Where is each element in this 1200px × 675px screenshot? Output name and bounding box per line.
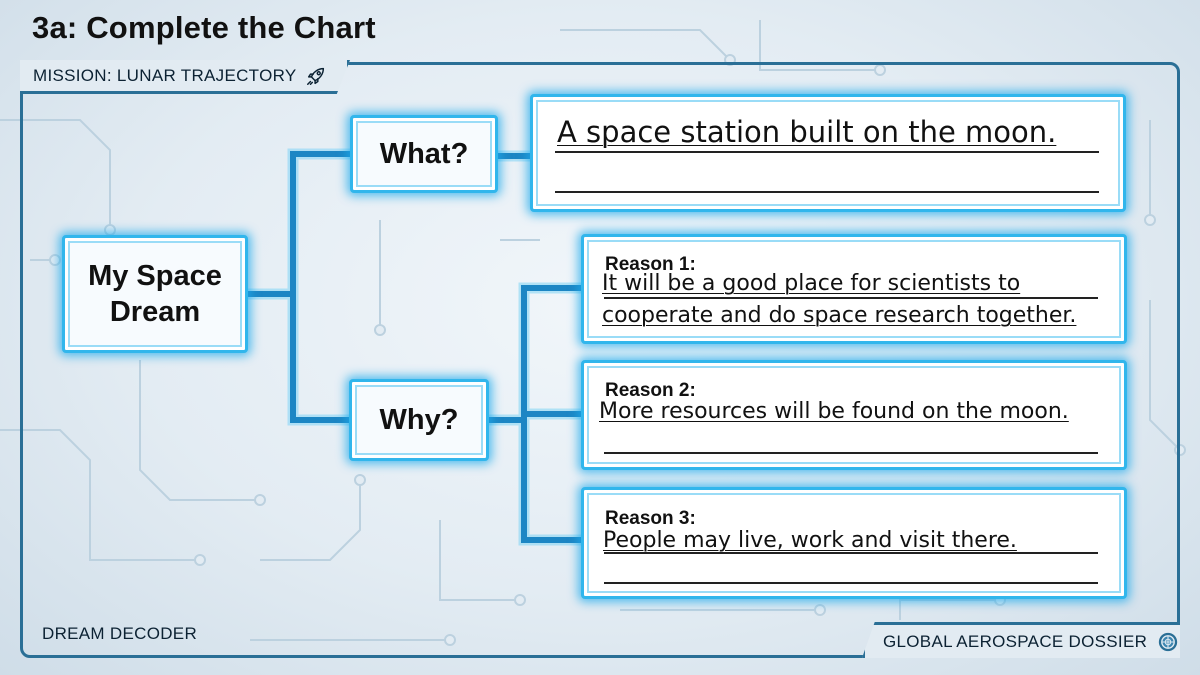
answer-line <box>604 452 1098 454</box>
answer-line <box>604 297 1098 299</box>
reason-3-box[interactable]: Reason 3: People may live, work and visi… <box>581 487 1127 599</box>
what-node: What? <box>350 115 498 193</box>
reason-2-text-line-1: More resources will be found on the moon… <box>599 399 1069 424</box>
answer-line <box>604 582 1098 584</box>
reason-3-text-line-1: People may live, work and visit there. <box>603 528 1017 553</box>
answer-line <box>604 552 1098 554</box>
center-node: My Space Dream <box>62 235 248 353</box>
reason-1-box[interactable]: Reason 1: It will be a good place for sc… <box>581 234 1127 344</box>
footer-left-label: DREAM DECODER <box>42 624 198 643</box>
why-node-label: Why? <box>379 403 459 436</box>
why-node: Why? <box>349 379 489 461</box>
footer-right-label: GLOBAL AEROSPACE DOSSIER <box>883 631 1148 651</box>
center-node-label: My Space Dream <box>88 260 222 328</box>
reason-1-text-line-2: cooperate and do space research together… <box>602 303 1077 328</box>
dossier-tab: GLOBAL AEROSPACE DOSSIER <box>862 622 1180 658</box>
reason-3-label: Reason 3: <box>605 508 696 529</box>
answer-line <box>555 151 1099 153</box>
what-answer-text: A space station built on the moon. <box>557 115 1057 149</box>
globe-icon <box>1159 632 1178 651</box>
reason-2-box[interactable]: Reason 2: More resources will be found o… <box>581 360 1127 470</box>
answer-line <box>555 191 1099 193</box>
what-answer-box[interactable]: A space station built on the moon. <box>530 94 1126 212</box>
reason-1-text-line-1: It will be a good place for scientists t… <box>602 271 1021 296</box>
what-node-label: What? <box>379 137 469 170</box>
